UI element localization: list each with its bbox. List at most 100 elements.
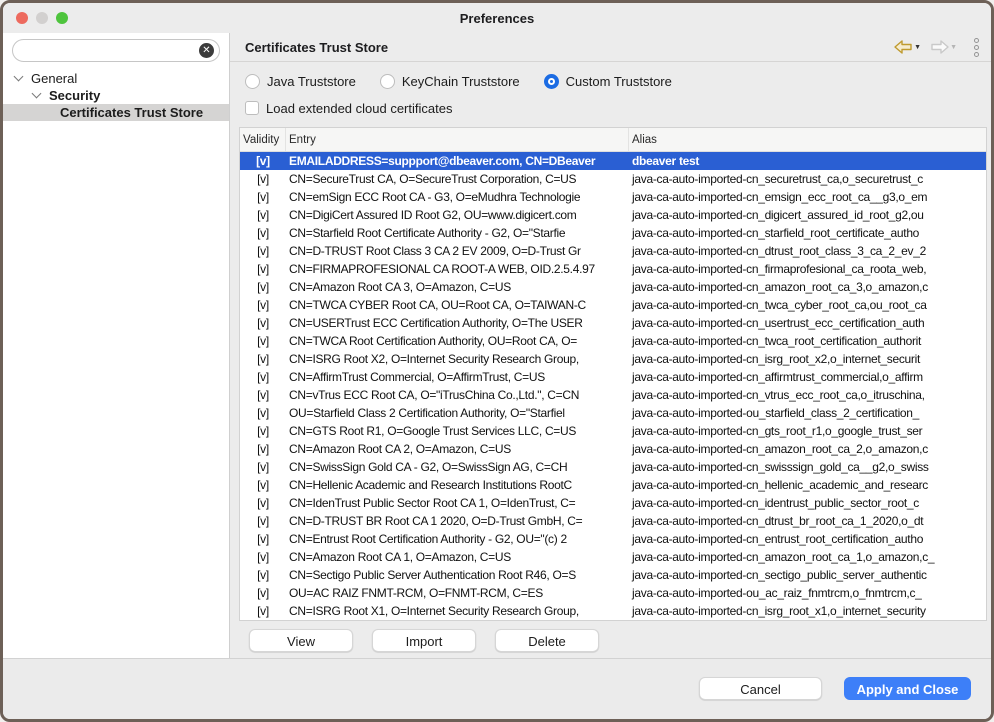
table-row[interactable]: [v]CN=GTS Root R1, O=Google Trust Servic… <box>240 422 986 440</box>
cell-entry: CN=IdenTrust Public Sector Root CA 1, O=… <box>286 494 629 512</box>
truststore-type-group: Java Truststore KeyChain Truststore Custom… <box>245 71 991 91</box>
cell-validity: [v] <box>240 152 286 170</box>
table-row[interactable]: [v]CN=USERTrust ECC Certification Author… <box>240 314 986 332</box>
cell-alias: dbeaver test <box>629 152 986 170</box>
page-title: Certificates Trust Store <box>245 40 894 55</box>
cell-entry: CN=TWCA Root Certification Authority, OU… <box>286 332 629 350</box>
table-row[interactable]: [v]CN=Amazon Root CA 2, O=Amazon, C=USja… <box>240 440 986 458</box>
cell-validity: [v] <box>240 260 286 278</box>
cell-validity: [v] <box>240 476 286 494</box>
main-panel: Certificates Trust Store ▼ ▼ <box>230 33 991 658</box>
cell-entry: CN=USERTrust ECC Certification Authority… <box>286 314 629 332</box>
cell-validity: [v] <box>240 368 286 386</box>
cell-entry: CN=ISRG Root X1, O=Internet Security Res… <box>286 602 629 620</box>
forward-button: ▼ <box>930 40 957 54</box>
preferences-sidebar: ✕ GeneralSecurityCertificates Trust Stor… <box>3 33 230 658</box>
sidebar-item-certificates-trust-store[interactable]: Certificates Trust Store <box>3 104 229 121</box>
cell-alias: java-ca-auto-imported-cn_sectigo_public_… <box>629 566 986 584</box>
table-row[interactable]: [v]CN=Amazon Root CA 3, O=Amazon, C=USja… <box>240 278 986 296</box>
cell-alias: java-ca-auto-imported-cn_isrg_root_x2,o_… <box>629 350 986 368</box>
table-row[interactable]: [v]CN=SwissSign Gold CA - G2, O=SwissSig… <box>240 458 986 476</box>
table-row[interactable]: [v]CN=AffirmTrust Commercial, O=AffirmTr… <box>240 368 986 386</box>
radio-java-truststore[interactable]: Java Truststore <box>245 74 356 89</box>
table-row[interactable]: [v]CN=IdenTrust Public Sector Root CA 1,… <box>240 494 986 512</box>
cell-alias: java-ca-auto-imported-cn_isrg_root_x1,o_… <box>629 602 986 620</box>
delete-button[interactable]: Delete <box>495 629 599 652</box>
radio-label: KeyChain Truststore <box>402 74 520 89</box>
cell-alias: java-ca-auto-imported-cn_vtrus_ecc_root_… <box>629 386 986 404</box>
history-nav: ▼ ▼ <box>894 36 981 59</box>
view-button[interactable]: View <box>249 629 353 652</box>
table-row[interactable]: [v]CN=ISRG Root X2, O=Internet Security … <box>240 350 986 368</box>
clear-search-icon[interactable]: ✕ <box>199 43 214 58</box>
table-row[interactable]: [v]CN=SecureTrust CA, O=SecureTrust Corp… <box>240 170 986 188</box>
cell-alias: java-ca-auto-imported-cn_identrust_publi… <box>629 494 986 512</box>
certificates-table: Validity Entry Alias [v]EMAILADDRESS=sup… <box>239 127 987 621</box>
table-row[interactable]: [v]CN=Starfield Root Certificate Authori… <box>240 224 986 242</box>
table-row[interactable]: [v]CN=DigiCert Assured ID Root G2, OU=ww… <box>240 206 986 224</box>
table-row[interactable]: [v]EMAILADDRESS=suppport@dbeaver.com, CN… <box>240 152 986 170</box>
table-row[interactable]: [v]CN=Hellenic Academic and Research Ins… <box>240 476 986 494</box>
import-button[interactable]: Import <box>372 629 476 652</box>
chevron-down-icon[interactable] <box>14 72 24 82</box>
sidebar-item-security[interactable]: Security <box>3 87 229 104</box>
cell-entry: CN=vTrus ECC Root CA, O="iTrusChina Co.,… <box>286 386 629 404</box>
table-row[interactable]: [v]CN=Sectigo Public Server Authenticati… <box>240 566 986 584</box>
cell-alias: java-ca-auto-imported-cn_twca_root_certi… <box>629 332 986 350</box>
table-row[interactable]: [v]CN=FIRMAPROFESIONAL CA ROOT-A WEB, OI… <box>240 260 986 278</box>
kebab-menu-icon[interactable] <box>972 36 981 59</box>
table-row[interactable]: [v]CN=vTrus ECC Root CA, O="iTrusChina C… <box>240 386 986 404</box>
load-cloud-certificates-checkbox[interactable]: Load extended cloud certificates <box>245 98 991 118</box>
radio-keychain-truststore[interactable]: KeyChain Truststore <box>380 74 520 89</box>
cell-validity: [v] <box>240 512 286 530</box>
sidebar-item-general[interactable]: General <box>3 70 229 87</box>
zoom-window-icon[interactable] <box>56 12 68 24</box>
cell-entry: CN=Hellenic Academic and Research Instit… <box>286 476 629 494</box>
cell-validity: [v] <box>240 386 286 404</box>
cell-alias: java-ca-auto-imported-cn_entrust_root_ce… <box>629 530 986 548</box>
table-row[interactable]: [v]OU=AC RAIZ FNMT-RCM, O=FNMT-RCM, C=ES… <box>240 584 986 602</box>
cell-validity: [v] <box>240 206 286 224</box>
table-row[interactable]: [v]CN=D-TRUST Root Class 3 CA 2 EV 2009,… <box>240 242 986 260</box>
radio-custom-truststore[interactable]: Custom Truststore <box>544 74 672 89</box>
table-row[interactable]: [v]CN=Entrust Root Certification Authori… <box>240 530 986 548</box>
cell-validity: [v] <box>240 314 286 332</box>
cell-entry: CN=Starfield Root Certificate Authority … <box>286 224 629 242</box>
minimize-window-icon <box>36 12 48 24</box>
back-button[interactable]: ▼ <box>894 40 921 54</box>
table-row[interactable]: [v]CN=D-TRUST BR Root CA 1 2020, O=D-Tru… <box>240 512 986 530</box>
checkbox-icon <box>245 101 259 115</box>
table-row[interactable]: [v]CN=TWCA CYBER Root CA, OU=Root CA, O=… <box>240 296 986 314</box>
cell-entry: CN=emSign ECC Root CA - G3, O=eMudhra Te… <box>286 188 629 206</box>
close-window-icon[interactable] <box>16 12 28 24</box>
cell-entry: CN=GTS Root R1, O=Google Trust Services … <box>286 422 629 440</box>
column-header-alias[interactable]: Alias <box>629 128 986 151</box>
table-row[interactable]: [v]CN=ISRG Root X1, O=Internet Security … <box>240 602 986 620</box>
dialog-footer: Cancel Apply and Close <box>3 658 991 719</box>
table-row[interactable]: [v]CN=emSign ECC Root CA - G3, O=eMudhra… <box>240 188 986 206</box>
cancel-button[interactable]: Cancel <box>699 677 822 700</box>
cell-entry: CN=DigiCert Assured ID Root G2, OU=www.d… <box>286 206 629 224</box>
cell-validity: [v] <box>240 188 286 206</box>
search-input[interactable] <box>13 40 219 61</box>
table-header: Validity Entry Alias <box>240 128 986 152</box>
cell-alias: java-ca-auto-imported-ou_ac_raiz_fnmtrcm… <box>629 584 986 602</box>
table-row[interactable]: [v]CN=TWCA Root Certification Authority,… <box>240 332 986 350</box>
column-header-validity[interactable]: Validity <box>240 128 286 151</box>
cell-entry: OU=Starfield Class 2 Certification Autho… <box>286 404 629 422</box>
sidebar-item-label: Certificates Trust Store <box>60 105 203 120</box>
sidebar-search[interactable]: ✕ <box>12 39 220 62</box>
table-row[interactable]: [v]OU=Starfield Class 2 Certification Au… <box>240 404 986 422</box>
cell-entry: CN=Amazon Root CA 2, O=Amazon, C=US <box>286 440 629 458</box>
cell-alias: java-ca-auto-imported-cn_amazon_root_ca_… <box>629 548 986 566</box>
sidebar-item-label: General <box>31 71 77 86</box>
back-dropdown-icon[interactable]: ▼ <box>914 44 921 51</box>
cell-validity: [v] <box>240 224 286 242</box>
apply-and-close-button[interactable]: Apply and Close <box>844 677 971 700</box>
cell-alias: java-ca-auto-imported-cn_dtrust_br_root_… <box>629 512 986 530</box>
column-header-entry[interactable]: Entry <box>286 128 629 151</box>
table-row[interactable]: [v]CN=Amazon Root CA 1, O=Amazon, C=USja… <box>240 548 986 566</box>
radio-label: Java Truststore <box>267 74 356 89</box>
chevron-down-icon[interactable] <box>32 89 42 99</box>
cell-alias: java-ca-auto-imported-cn_emsign_ecc_root… <box>629 188 986 206</box>
